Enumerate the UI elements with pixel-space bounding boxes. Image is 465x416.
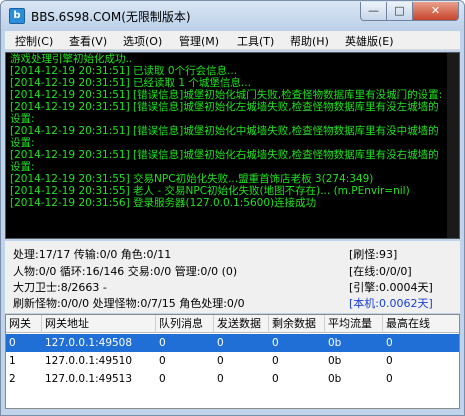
close-button[interactable]: ✕	[412, 2, 459, 21]
cell-address: 127.0.0.1:49513	[45, 373, 133, 385]
cell-queue: 0	[159, 337, 166, 349]
close-icon: ✕	[430, 4, 441, 17]
column-queue-messages[interactable]: 队列消息	[156, 315, 214, 333]
log-line: [2014-12-19 20:31:56] 登录服务器(127.0.0.1:56…	[10, 197, 317, 209]
status-monster-processing: 刷新怪物:0/0/0 处理怪物:0/7/15 角色处理:0/0	[13, 297, 245, 310]
cell-queue: 0	[159, 373, 166, 385]
gateway-table: 网关 网关地址 队列消息 发送数据 剩余数据 平均流量 最高在线 0 127.0…	[5, 314, 460, 409]
log-line: [2014-12-19 20:31:51] [错误信息]城堡初始化城门失败,检查…	[10, 89, 443, 101]
log-line: [2014-12-19 20:31:51] [错误信息]城堡初始化右城墙失败,检…	[10, 149, 439, 173]
maximize-button[interactable]: □	[386, 2, 413, 21]
menu-bar: 控制(C) 查看(V) 选项(O) 管理(M) 工具(T) 帮助(H) 英雄版(…	[5, 31, 460, 50]
menu-tools[interactable]: 工具(T)	[237, 33, 274, 49]
cell-peak: 0	[386, 355, 393, 367]
status-processing: 处理:17/17 传输:0/0 角色:0/11	[13, 248, 172, 261]
column-gateway-address[interactable]: 网关地址	[42, 315, 156, 333]
cell-sent: 0	[217, 355, 224, 367]
log-line: [2014-12-19 20:31:55] 交易NPC初始化失败...盟重首饰店…	[10, 173, 374, 185]
log-line: [2014-12-19 20:31:55] 老人 - 交易NPC初始化失败(地图…	[10, 185, 410, 197]
title-bar[interactable]: b BBS.6S98.COM(无限制版本) — □ ✕	[1, 1, 464, 31]
minimize-icon: —	[368, 4, 379, 17]
cell-sent: 0	[217, 337, 224, 349]
app-icon: b	[9, 8, 25, 24]
cell-average: 0b	[328, 337, 342, 349]
cell-average: 0b	[328, 373, 342, 385]
cell-gateway: 1	[9, 355, 16, 367]
cell-peak: 0	[386, 373, 393, 385]
cell-address: 127.0.0.1:49510	[45, 355, 133, 367]
minimize-button[interactable]: —	[360, 2, 387, 21]
status-guard: 大刀卫士:8/2663 -	[13, 281, 107, 294]
server-window: b BBS.6S98.COM(无限制版本) — □ ✕ 控制(C) 查看(V) …	[0, 0, 465, 416]
log-console[interactable]: 游戏处理引擎初始化成功.. [2014-12-19 20:31:51] 已读取 …	[5, 52, 460, 239]
console-scrollbar[interactable]	[447, 53, 459, 238]
status-local-uptime: [本机:0.0062天]	[349, 297, 433, 310]
cell-remaining: 0	[272, 355, 279, 367]
column-average-traffic[interactable]: 平均流量	[325, 315, 383, 333]
cell-sent: 0	[217, 373, 224, 385]
menu-options[interactable]: 选项(O)	[123, 33, 162, 49]
cell-remaining: 0	[272, 337, 279, 349]
menu-hero-edition[interactable]: 英雄版(E)	[345, 33, 394, 49]
cell-average: 0b	[328, 355, 342, 367]
column-sent-data[interactable]: 发送数据	[214, 315, 269, 333]
status-engine-uptime: [引擎:0.0004天]	[349, 281, 433, 294]
log-line: [2014-12-19 20:31:51] 已经读取 1 个城堡信息...	[10, 77, 251, 89]
cell-remaining: 0	[272, 373, 279, 385]
column-gateway[interactable]: 网关	[6, 315, 42, 333]
log-line: [2014-12-19 20:31:51] 已读取 0个行会信息...	[10, 65, 238, 77]
cell-gateway: 0	[9, 337, 16, 349]
cell-address: 127.0.0.1:49508	[45, 337, 133, 349]
window-title: BBS.6S98.COM(无限制版本)	[31, 10, 191, 24]
cell-queue: 0	[159, 355, 166, 367]
menu-control[interactable]: 控制(C)	[15, 33, 53, 49]
maximize-icon: □	[394, 4, 405, 17]
cell-peak: 0	[386, 337, 393, 349]
table-row[interactable]: 2 127.0.0.1:49513 0 0 0 0b 0	[6, 370, 459, 388]
status-monster-refresh: [刷怪:93]	[349, 248, 398, 261]
table-header: 网关 网关地址 队列消息 发送数据 剩余数据 平均流量 最高在线	[6, 315, 459, 333]
status-players: 人物:0/0 循环:16/146 交易:0/0 管理:0/0 (0)	[13, 265, 238, 278]
log-line: [2014-12-19 20:31:51] [错误信息]城堡初始化中城墙失败,检…	[10, 125, 439, 149]
log-line: [2014-12-19 20:31:51] [错误信息]城堡初始化左城墙失败,检…	[10, 101, 439, 125]
table-row[interactable]: 1 127.0.0.1:49510 0 0 0 0b 0	[6, 352, 459, 370]
cell-gateway: 2	[9, 373, 16, 385]
table-row[interactable]: 0 127.0.0.1:49508 0 0 0 0b 0	[6, 334, 459, 352]
menu-view[interactable]: 查看(V)	[69, 33, 107, 49]
log-line: 游戏处理引擎初始化成功..	[10, 53, 133, 65]
menu-manage[interactable]: 管理(M)	[179, 33, 219, 49]
column-remaining-data[interactable]: 剩余数据	[269, 315, 325, 333]
status-panel: 处理:17/17 传输:0/0 角色:0/11 [刷怪:93] 人物:0/0 循…	[5, 241, 460, 313]
column-peak-online[interactable]: 最高在线	[383, 315, 459, 333]
menu-help[interactable]: 帮助(H)	[290, 33, 329, 49]
status-online: [在线:0/0/0]	[349, 265, 412, 278]
